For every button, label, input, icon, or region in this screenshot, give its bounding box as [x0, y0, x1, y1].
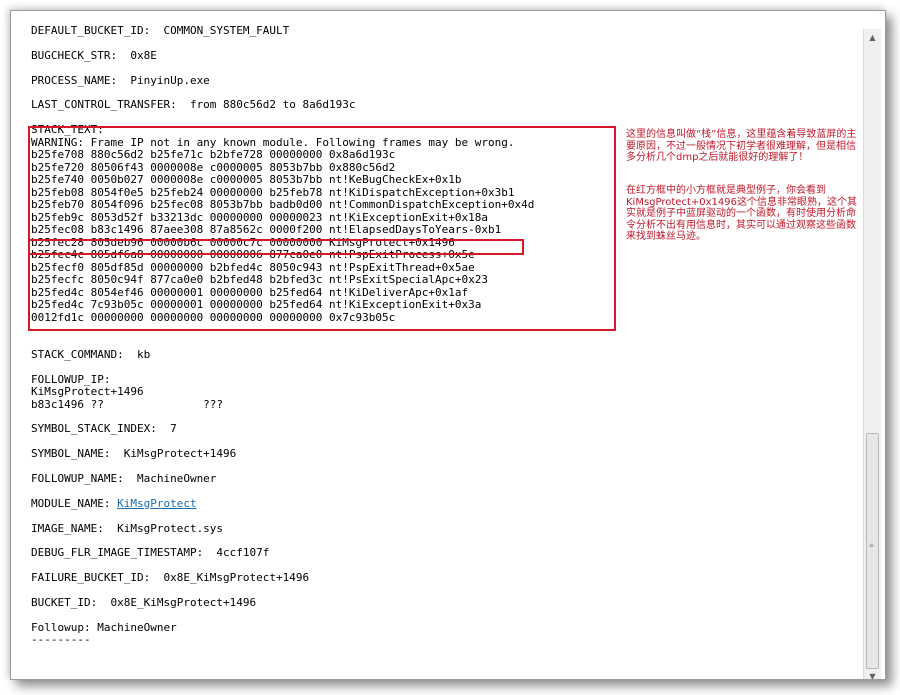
followup-line: Followup: MachineOwner	[31, 620, 177, 634]
stack-command-line: STACK_COMMAND: kb	[31, 347, 151, 361]
default-bucket-id-line: DEFAULT_BUCKET_ID: COMMON_SYSTEM_FAULT	[31, 25, 290, 37]
symbol-name-line: SYMBOL_NAME: KiMsgProtect+1496	[31, 447, 237, 461]
module-name-link[interactable]: KiMsgProtect	[117, 497, 196, 510]
failure-bucket-id-line: FAILURE_BUCKET_ID: 0x8E_KiMsgProtect+149…	[31, 571, 310, 585]
stack-row: b25fed4c 7c93b05c 00000001 00000000 b25f…	[31, 298, 482, 312]
vertical-scrollbar[interactable]: ▲ ≡ ▼	[863, 29, 881, 679]
last-control-transfer-line: LAST_CONTROL_TRANSFER: from 880c56d2 to …	[31, 98, 356, 112]
output-text-area[interactable]: DEFAULT_BUCKET_ID: COMMON_SYSTEM_FAULT B…	[31, 25, 851, 675]
annotation-example-explanation: 在红方框中的小方框就是典型例子，你会看到KiMsgProtect+0x1496这…	[626, 185, 857, 242]
debugger-output-window: DEFAULT_BUCKET_ID: COMMON_SYSTEM_FAULT B…	[10, 10, 886, 680]
module-name-line: MODULE_NAME: KiMsgProtect	[31, 496, 851, 511]
module-name-label: MODULE_NAME:	[31, 496, 118, 510]
bucket-id-line: BUCKET_ID: 0x8E_KiMsgProtect+1496	[31, 595, 257, 609]
separator-line: ---------	[31, 633, 91, 647]
followup-name-line: FOLLOWUP_NAME: MachineOwner	[31, 471, 217, 485]
annotation-stack-explanation: 这里的信息叫做“栈”信息，这里蕴含着导致蓝屏的主要原因，不过一般情况下初学者很难…	[626, 129, 857, 163]
stack-row: 0012fd1c 00000000 00000000 00000000 0000…	[31, 310, 396, 324]
stack-row: b25fec4c 805df6a8 00000000 00000006 877c…	[31, 248, 475, 262]
symbol-stack-index-line: SYMBOL_STACK_INDEX: 7	[31, 422, 177, 436]
stack-row: b25fecfc 8050c94f 877ca0e0 b2bfed48 b2bf…	[31, 273, 488, 287]
process-name-line: PROCESS_NAME: PinyinUp.exe	[31, 73, 210, 87]
followup-ip-label: FOLLOWUP_IP:	[31, 372, 111, 386]
followup-ip-disasm: b83c1496 ?? ???	[31, 397, 224, 411]
image-timestamp-line: DEBUG_FLR_IMAGE_TIMESTAMP: 4ccf107f	[31, 546, 270, 560]
scrollbar-grip-icon: ≡	[869, 542, 875, 549]
scroll-down-arrow-icon[interactable]: ▼	[864, 668, 881, 679]
scroll-up-arrow-icon[interactable]: ▲	[864, 29, 881, 46]
scrollbar-thumb[interactable]: ≡	[866, 433, 879, 669]
followup-ip-symbol: KiMsgProtect+1496	[31, 385, 144, 399]
image-name-line: IMAGE_NAME: KiMsgProtect.sys	[31, 521, 224, 535]
bugcheck-str-line: BUGCHECK_STR: 0x8E	[31, 48, 157, 62]
